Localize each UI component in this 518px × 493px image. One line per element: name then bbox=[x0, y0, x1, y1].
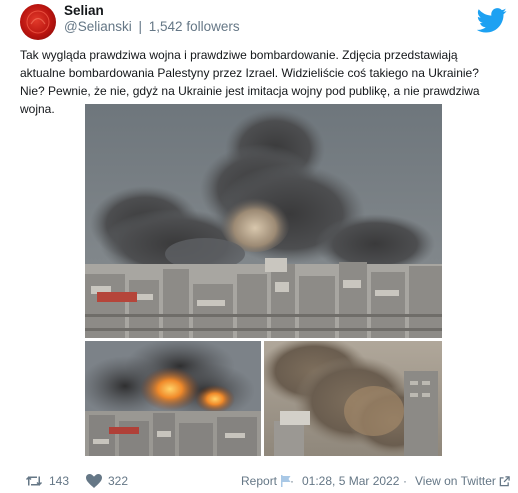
author-handle[interactable]: @Selianski bbox=[64, 19, 132, 34]
retweet-stat[interactable]: 143 bbox=[25, 472, 69, 490]
like-stat[interactable]: 322 bbox=[86, 472, 128, 490]
photo-bottom-right[interactable] bbox=[264, 341, 442, 456]
photo-large-image bbox=[85, 104, 442, 338]
photo-bottom-right-image bbox=[264, 341, 442, 456]
tweet-timestamp[interactable]: 01:28, 5 Mar 2022 bbox=[302, 472, 399, 490]
meta-separator: | bbox=[138, 19, 143, 34]
photo-large[interactable] bbox=[85, 104, 442, 338]
avatar-emblem bbox=[26, 10, 50, 34]
author-meta: @Selianski | 1,542 followers bbox=[64, 19, 240, 34]
retweet-icon bbox=[25, 476, 43, 486]
twitter-bird-icon[interactable] bbox=[477, 8, 507, 33]
embedded-tweet: Selian @Selianski | 1,542 followers Tak … bbox=[0, 0, 518, 493]
tweet-footer: 143 322 Report · 01:28, 5 Mar 2022 · Vie… bbox=[20, 472, 510, 490]
photo-grid bbox=[85, 104, 442, 456]
footer-separator: · bbox=[290, 474, 294, 488]
external-link-icon bbox=[499, 475, 510, 486]
view-on-twitter-link[interactable]: View on Twitter bbox=[415, 472, 510, 490]
view-on-label: View on Twitter bbox=[415, 474, 496, 488]
report-label: Report bbox=[241, 474, 278, 488]
retweet-count: 143 bbox=[49, 474, 70, 488]
follower-count: 1,542 followers bbox=[148, 19, 240, 34]
report-link[interactable]: Report bbox=[241, 472, 292, 490]
like-count: 322 bbox=[108, 474, 129, 488]
footer-separator: · bbox=[403, 474, 407, 488]
heart-icon bbox=[86, 474, 102, 488]
avatar[interactable] bbox=[20, 4, 56, 40]
author-name[interactable]: Selian bbox=[64, 3, 104, 18]
photo-bottom-left-image bbox=[85, 341, 261, 456]
photo-bottom-left[interactable] bbox=[85, 341, 261, 456]
